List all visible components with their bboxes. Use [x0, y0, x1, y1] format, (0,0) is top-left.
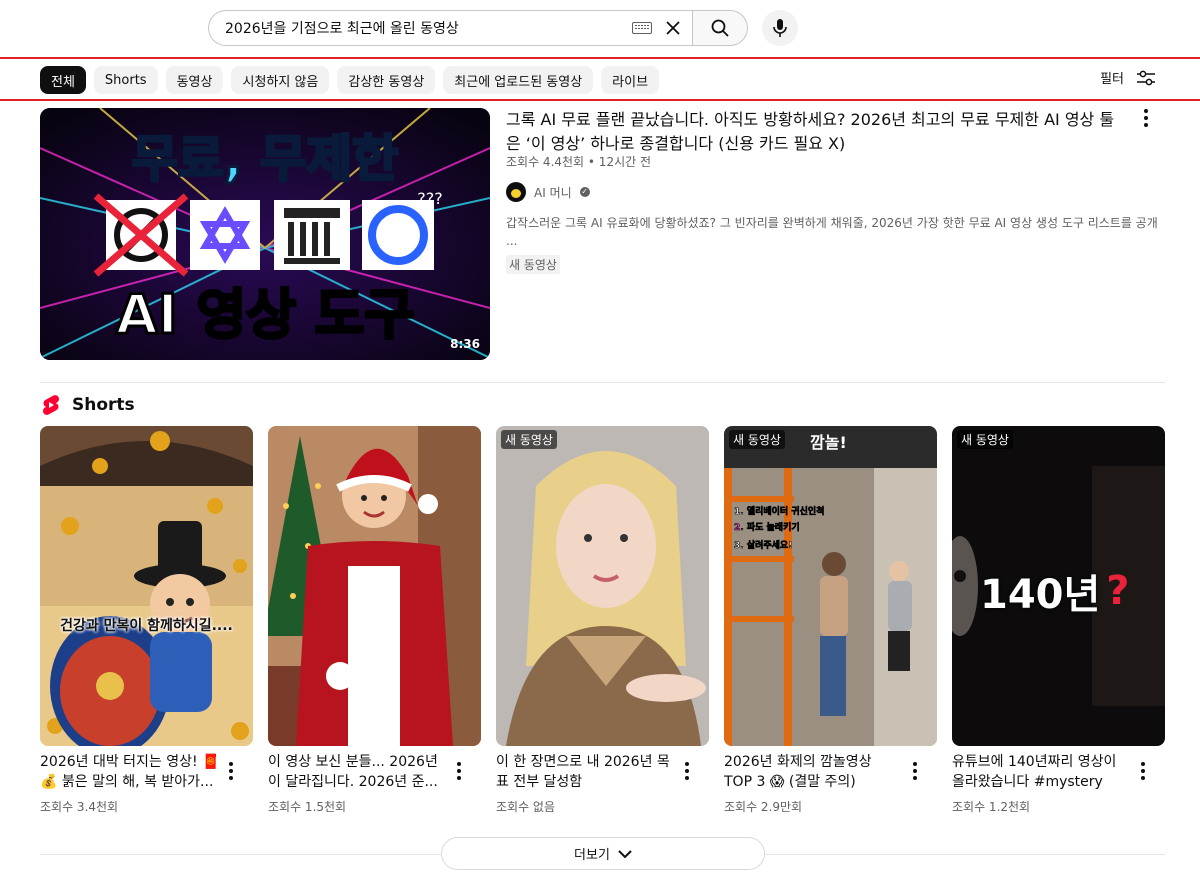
thumbnail-headline: 무료, 무제한 — [132, 130, 398, 188]
thumbnail-subheadline: AI 영상 도구 — [116, 283, 414, 346]
short-thumbnail[interactable]: 1. 엘리베이터 귀신인척 2. 파도 놀래키기 3. 살려주세요! 새 동영상… — [724, 426, 937, 746]
short-more-options-icon[interactable] — [677, 761, 697, 781]
short-title[interactable]: 2026년 대박 터지는 영상! 🧧💰 붉은 말의 해, 복 받아가... — [40, 752, 220, 792]
short-views: 조회수 1.2천회 — [952, 800, 1031, 814]
chip-all[interactable]: 전체 — [40, 66, 86, 94]
chip-unwatched[interactable]: 시청하지 않음 — [231, 66, 330, 94]
short-card: 1. 엘리베이터 귀신인척 2. 파도 놀래키기 3. 살려주세요! 새 동영상… — [724, 426, 937, 815]
section-divider — [40, 382, 1165, 383]
video-thumbnail[interactable]: 무료, 무제한 ??? AI 영상 도구 8:36 — [40, 108, 490, 360]
video-duration: 8:36 — [450, 337, 480, 351]
short-thumbnail[interactable]: 새 동영상 140년 ? — [952, 426, 1165, 746]
short-more-options-icon[interactable] — [1133, 761, 1153, 781]
filter-label: 필터 — [1100, 72, 1124, 87]
short-card: 건강과 만복이 함께하시길.... 2026년 대박 터지는 영상! 🧧💰 붉은… — [40, 426, 253, 815]
shorts-shelf: 건강과 만복이 함께하시길.... 2026년 대박 터지는 영상! 🧧💰 붉은… — [40, 426, 1165, 815]
search-icon — [711, 19, 729, 37]
svg-text:3. 살려주세요!: 3. 살려주세요! — [734, 539, 792, 551]
shorts-heading: Shorts — [72, 395, 135, 415]
short-new-badge: 새 동영상 — [729, 430, 785, 449]
short-artwork — [496, 426, 709, 746]
question-mark-icon: ? — [1106, 568, 1130, 614]
short-artwork — [268, 426, 481, 746]
chip-recently-uploaded[interactable]: 최근에 업로드된 동영상 — [443, 66, 594, 94]
short-thumbnail[interactable] — [268, 426, 481, 746]
short-title[interactable]: 이 한 장면으로 내 2026년 목표 전부 달성함 — [496, 752, 676, 792]
shorts-logo-icon — [43, 395, 59, 415]
keyboard-icon[interactable] — [632, 22, 652, 34]
short-views: 조회수 3.4천회 — [40, 800, 119, 814]
short-overlay-text: 깜놀! — [810, 433, 847, 452]
show-more-button[interactable]: 더보기 — [441, 837, 765, 870]
short-thumbnail[interactable]: 새 동영상 — [496, 426, 709, 746]
microphone-icon — [773, 19, 787, 37]
short-overlay-text: 건강과 만복이 함께하시길.... — [60, 618, 233, 634]
short-card: 이 영상 보신 분들... 2026년이 달라집니다. 2026년 준... 조… — [268, 426, 481, 815]
short-thumbnail[interactable]: 건강과 만복이 함께하시길.... — [40, 426, 253, 746]
video-description: 갑작스러운 그록 AI 유료화에 당황하셨죠? 그 빈자리를 완벽하게 채워줄,… — [506, 216, 1158, 248]
short-card: 새 동영상 이 한 장면으로 내 2026년 목표 전부 달성함 조회수 없음 — [496, 426, 709, 815]
short-more-options-icon[interactable] — [449, 761, 469, 781]
channel-avatar[interactable] — [506, 182, 526, 202]
short-new-badge: 새 동영상 — [501, 430, 557, 449]
chip-videos[interactable]: 동영상 — [165, 66, 224, 94]
short-more-options-icon[interactable] — [905, 761, 925, 781]
new-video-badge: 새 동영상 — [506, 255, 560, 274]
channel-row[interactable]: AI 머니 ✓ — [506, 182, 590, 202]
search-field-container[interactable] — [208, 10, 692, 46]
show-more-label: 더보기 — [574, 848, 610, 863]
video-meta: 조회수 4.4천회 • 12시간 전 — [506, 155, 652, 169]
svg-text:2. 파도 놀래키기: 2. 파도 놀래키기 — [734, 521, 800, 533]
video-title[interactable]: 그록 AI 무료 플랜 끝났습니다. 아직도 방황하세요? 2026년 최고의 … — [506, 108, 1126, 156]
voice-search-button[interactable] — [762, 10, 798, 46]
search-bar — [208, 10, 748, 46]
chevron-down-icon — [618, 849, 632, 858]
short-views: 조회수 1.5천회 — [268, 800, 347, 814]
clear-search-icon[interactable] — [662, 17, 684, 39]
search-input[interactable] — [225, 20, 622, 36]
short-card: 새 동영상 140년 ? 유튜브에 140년짜리 영상이 올라왔습니다 #mys… — [952, 426, 1165, 815]
short-title[interactable]: 이 영상 보신 분들... 2026년이 달라집니다. 2026년 준... — [268, 752, 448, 792]
svg-text:1. 엘리베이터 귀신인척: 1. 엘리베이터 귀신인척 — [734, 505, 824, 517]
search-button[interactable] — [692, 10, 748, 46]
filter-chip-bar: 전체 Shorts 동영상 시청하지 않음 감상한 동영상 최근에 업로드된 동… — [0, 57, 1200, 101]
short-new-badge: 새 동영상 — [957, 430, 1013, 449]
chip-live[interactable]: 라이브 — [601, 66, 660, 94]
shorts-header: Shorts — [40, 394, 135, 416]
video-more-options-icon[interactable] — [1136, 108, 1156, 128]
filter-sliders-icon — [1137, 70, 1155, 85]
short-artwork: 1. 엘리베이터 귀신인척 2. 파도 놀래키기 3. 살려주세요! — [724, 426, 937, 746]
channel-name[interactable]: AI 머니 — [534, 184, 572, 201]
short-artwork — [40, 426, 253, 746]
short-title[interactable]: 유튜브에 140년짜리 영상이 올라왔습니다 #mystery #... — [952, 752, 1132, 792]
short-overlay-text: 140년 — [980, 572, 1101, 618]
short-views: 조회수 2.9만회 — [724, 800, 803, 814]
short-title[interactable]: 2026년 화제의 깜놀영상 TOP 3 😱 (결말 주의) — [724, 752, 904, 792]
filter-button[interactable]: 필터 — [1100, 68, 1156, 87]
thumbnail-artwork: 무료, 무제한 ??? AI 영상 도구 — [40, 108, 490, 360]
verified-check-icon: ✓ — [579, 187, 590, 197]
short-more-options-icon[interactable] — [221, 761, 241, 781]
chip-shorts[interactable]: Shorts — [93, 66, 158, 94]
short-views: 조회수 없음 — [496, 800, 556, 814]
chip-watched[interactable]: 감상한 동영상 — [337, 66, 436, 94]
thumbnail-question-marks: ??? — [417, 189, 442, 208]
